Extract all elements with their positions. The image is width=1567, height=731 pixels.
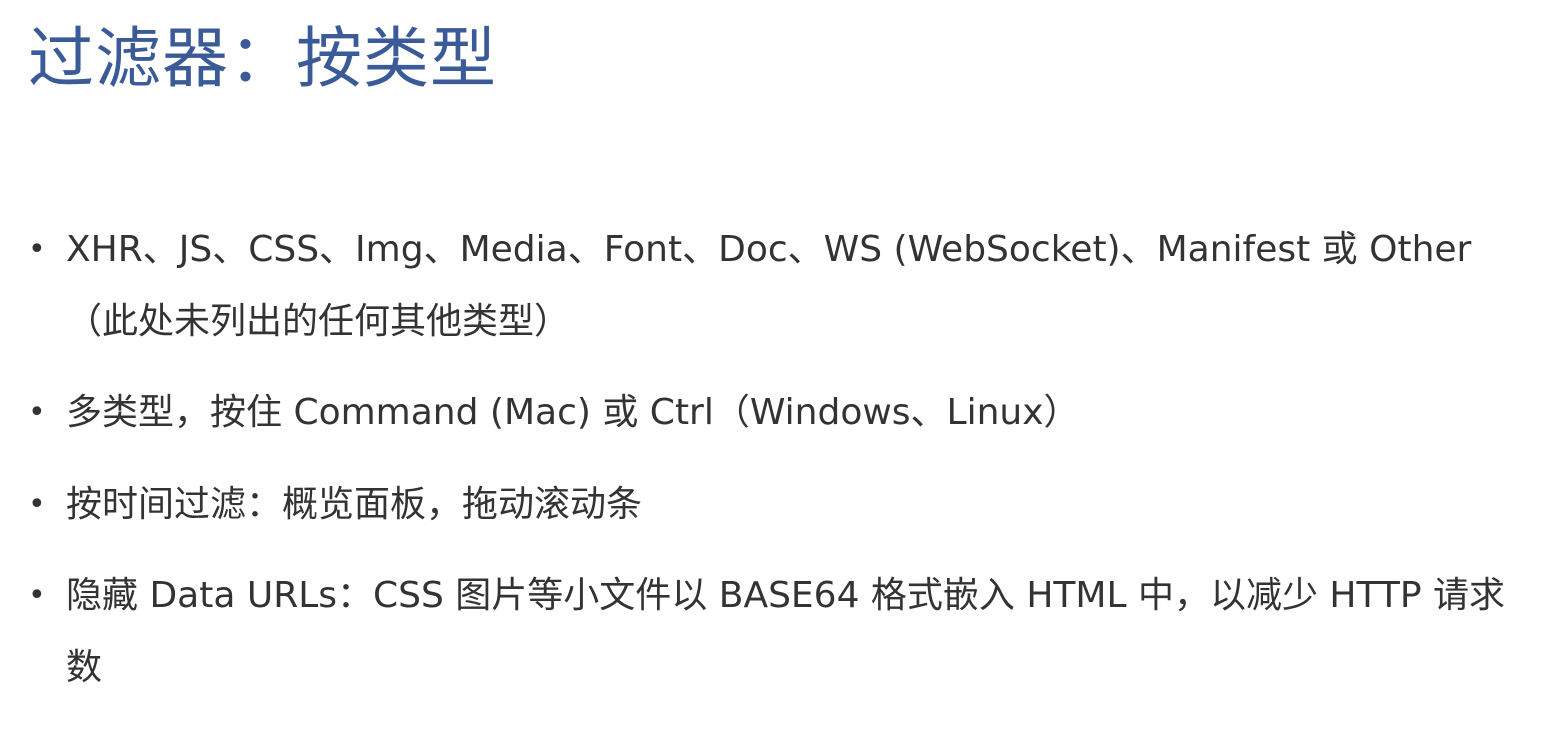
bullet-item: • 按时间过滤：概览面板，拖动滚动条 xyxy=(28,468,1538,542)
bullet-dot-icon: • xyxy=(28,232,46,267)
bullet-list: • XHR、JS、CSS、Img、Media、Font、Doc、WS (WebS… xyxy=(28,214,1538,722)
bullet-dot-icon: • xyxy=(28,395,46,430)
bullet-item: • 多类型，按住 Command (Mac) 或 Ctrl（Windows、Li… xyxy=(28,376,1538,450)
bullet-dot-icon: • xyxy=(28,578,46,613)
bullet-item: • 隐藏 Data URLs：CSS 图片等小文件以 BASE64 格式嵌入 H… xyxy=(28,560,1538,704)
bullet-item: • XHR、JS、CSS、Img、Media、Font、Doc、WS (WebS… xyxy=(28,214,1538,358)
bullet-text: XHR、JS、CSS、Img、Media、Font、Doc、WS (WebSoc… xyxy=(66,229,1472,342)
slide-title: 过滤器：按类型 xyxy=(28,20,497,97)
slide: 过滤器：按类型 • XHR、JS、CSS、Img、Media、Font、Doc、… xyxy=(0,0,1567,731)
bullet-text: 隐藏 Data URLs：CSS 图片等小文件以 BASE64 格式嵌入 HTM… xyxy=(66,575,1505,688)
bullet-text: 多类型，按住 Command (Mac) 或 Ctrl（Windows、Linu… xyxy=(66,392,1080,433)
bullet-text: 按时间过滤：概览面板，拖动滚动条 xyxy=(66,484,643,525)
bullet-dot-icon: • xyxy=(28,487,46,522)
